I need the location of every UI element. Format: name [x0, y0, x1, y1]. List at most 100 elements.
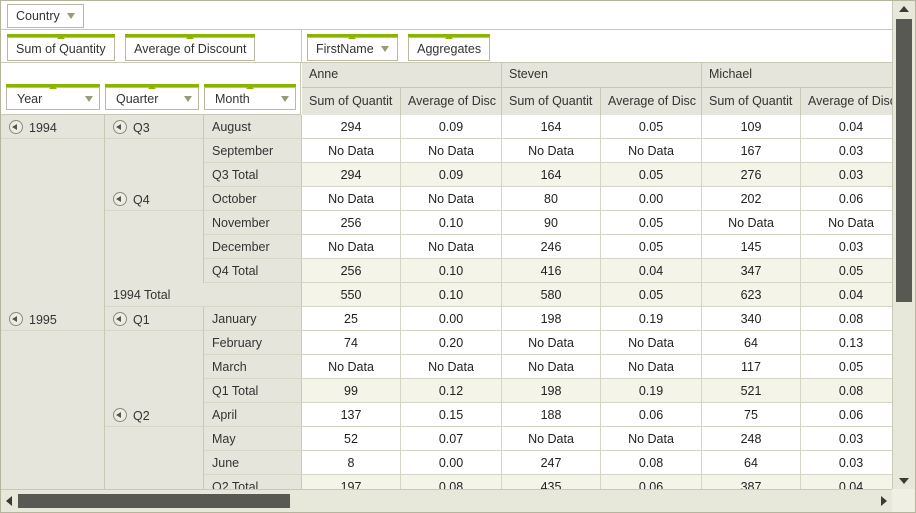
horizontal-scrollbar[interactable] — [1, 489, 892, 512]
column-leaf-header[interactable]: Average of Disc — [601, 88, 702, 115]
column-group-header[interactable]: Steven — [502, 63, 702, 88]
row-header-month[interactable]: May — [204, 427, 302, 451]
expand-collapse-icon[interactable] — [113, 120, 127, 134]
data-cell[interactable]: 294 — [302, 115, 401, 139]
data-cell[interactable]: 198 — [502, 379, 601, 403]
data-cell[interactable]: 80 — [502, 187, 601, 211]
data-cell[interactable]: 0.05 — [801, 259, 892, 283]
data-cell[interactable]: No Data — [401, 235, 502, 259]
field-button-year[interactable]: Year — [6, 84, 100, 110]
expand-collapse-icon[interactable] — [9, 120, 23, 134]
data-cell[interactable]: No Data — [601, 139, 702, 163]
data-cell[interactable]: 0.07 — [401, 427, 502, 451]
column-leaf-header[interactable]: Sum of Quantit — [702, 88, 801, 115]
data-cell[interactable]: 0.20 — [401, 331, 502, 355]
data-cell[interactable]: 0.06 — [601, 403, 702, 427]
data-cell[interactable]: 0.06 — [801, 403, 892, 427]
data-cell[interactable]: No Data — [502, 427, 601, 451]
row-header-quarter[interactable]: Q3 — [105, 115, 204, 139]
data-cell[interactable]: No Data — [601, 427, 702, 451]
data-cell[interactable]: 188 — [502, 403, 601, 427]
data-cell[interactable]: 248 — [702, 427, 801, 451]
field-button-sum-of-quantity[interactable]: Sum of Quantity — [7, 34, 115, 61]
data-cell[interactable]: No Data — [401, 139, 502, 163]
data-cell[interactable]: 0.05 — [601, 115, 702, 139]
row-header-month[interactable]: February — [204, 331, 302, 355]
data-cell[interactable]: 145 — [702, 235, 801, 259]
column-group-header[interactable]: Anne — [302, 63, 502, 88]
row-header-month[interactable]: Q3 Total — [204, 163, 302, 187]
data-cell[interactable]: 0.09 — [401, 115, 502, 139]
data-cell[interactable]: 0.05 — [601, 283, 702, 307]
data-cell[interactable]: 52 — [302, 427, 401, 451]
data-cell[interactable]: 0.03 — [801, 163, 892, 187]
data-cell[interactable]: 0.19 — [601, 307, 702, 331]
data-cell[interactable]: 246 — [502, 235, 601, 259]
data-cell[interactable]: 276 — [702, 163, 801, 187]
data-cell[interactable]: 0.00 — [401, 307, 502, 331]
column-group-header[interactable]: Michael — [702, 63, 902, 88]
data-cell[interactable]: 75 — [702, 403, 801, 427]
row-header-quarter[interactable]: Q2 — [105, 403, 204, 427]
row-header-year[interactable]: 1995 — [1, 307, 105, 331]
expand-collapse-icon[interactable] — [113, 192, 127, 206]
field-button-country[interactable]: Country — [7, 4, 84, 28]
data-cell[interactable]: 0.06 — [601, 475, 702, 489]
data-cell[interactable]: No Data — [302, 139, 401, 163]
data-cell[interactable]: 25 — [302, 307, 401, 331]
data-cell[interactable]: 0.05 — [601, 163, 702, 187]
data-cell[interactable]: 521 — [702, 379, 801, 403]
data-cell[interactable]: 256 — [302, 211, 401, 235]
data-cell[interactable]: 247 — [502, 451, 601, 475]
field-button-quarter[interactable]: Quarter — [105, 84, 199, 110]
data-cell[interactable]: 0.08 — [801, 379, 892, 403]
column-leaf-header[interactable]: Sum of Quantit — [502, 88, 601, 115]
filter-icon[interactable] — [66, 13, 75, 19]
field-button-firstname[interactable]: FirstName — [307, 34, 398, 61]
field-button-aggregates[interactable]: Aggregates — [408, 34, 491, 61]
data-cell[interactable]: 416 — [502, 259, 601, 283]
vertical-scrollbar[interactable] — [892, 1, 915, 489]
data-cell[interactable]: 0.03 — [801, 427, 892, 451]
data-cell[interactable]: 164 — [502, 115, 601, 139]
data-cell[interactable]: 0.10 — [401, 283, 502, 307]
row-header-month[interactable]: June — [204, 451, 302, 475]
data-cell[interactable]: 347 — [702, 259, 801, 283]
data-cell[interactable]: 164 — [502, 163, 601, 187]
data-cell[interactable]: No Data — [502, 331, 601, 355]
data-cell[interactable]: No Data — [302, 187, 401, 211]
scroll-right-icon[interactable] — [881, 496, 887, 506]
filter-icon[interactable] — [85, 95, 93, 102]
field-button-month[interactable]: Month — [204, 84, 296, 110]
data-cell[interactable]: 109 — [702, 115, 801, 139]
data-cell[interactable]: 74 — [302, 331, 401, 355]
data-cell[interactable]: 0.04 — [801, 283, 892, 307]
row-header-grand-total[interactable]: 1994 Total — [105, 283, 302, 307]
data-cell[interactable]: 256 — [302, 259, 401, 283]
data-cell[interactable]: 0.06 — [801, 187, 892, 211]
data-cell[interactable]: 0.04 — [801, 475, 892, 489]
data-cell[interactable]: 0.00 — [401, 451, 502, 475]
column-leaf-header[interactable]: Average of Disc — [801, 88, 902, 115]
row-header-month[interactable]: December — [204, 235, 302, 259]
data-cell[interactable]: 202 — [702, 187, 801, 211]
data-cell[interactable]: 0.04 — [601, 259, 702, 283]
data-cell[interactable]: 0.03 — [801, 451, 892, 475]
data-cell[interactable]: 0.05 — [601, 235, 702, 259]
data-cell[interactable]: No Data — [401, 355, 502, 379]
data-cell[interactable]: 0.13 — [801, 331, 892, 355]
data-cell[interactable]: No Data — [401, 187, 502, 211]
row-header-month[interactable]: August — [204, 115, 302, 139]
row-header-month[interactable]: Q1 Total — [204, 379, 302, 403]
data-cell[interactable]: 0.10 — [401, 211, 502, 235]
scroll-up-icon[interactable] — [899, 6, 909, 12]
data-cell[interactable]: No Data — [601, 355, 702, 379]
data-cell[interactable]: 137 — [302, 403, 401, 427]
data-cell[interactable]: 90 — [502, 211, 601, 235]
data-cell[interactable]: 64 — [702, 331, 801, 355]
data-cell[interactable]: 117 — [702, 355, 801, 379]
row-header-month[interactable]: October — [204, 187, 302, 211]
data-cell[interactable]: 198 — [502, 307, 601, 331]
row-header-month[interactable]: September — [204, 139, 302, 163]
data-cell[interactable]: 167 — [702, 139, 801, 163]
